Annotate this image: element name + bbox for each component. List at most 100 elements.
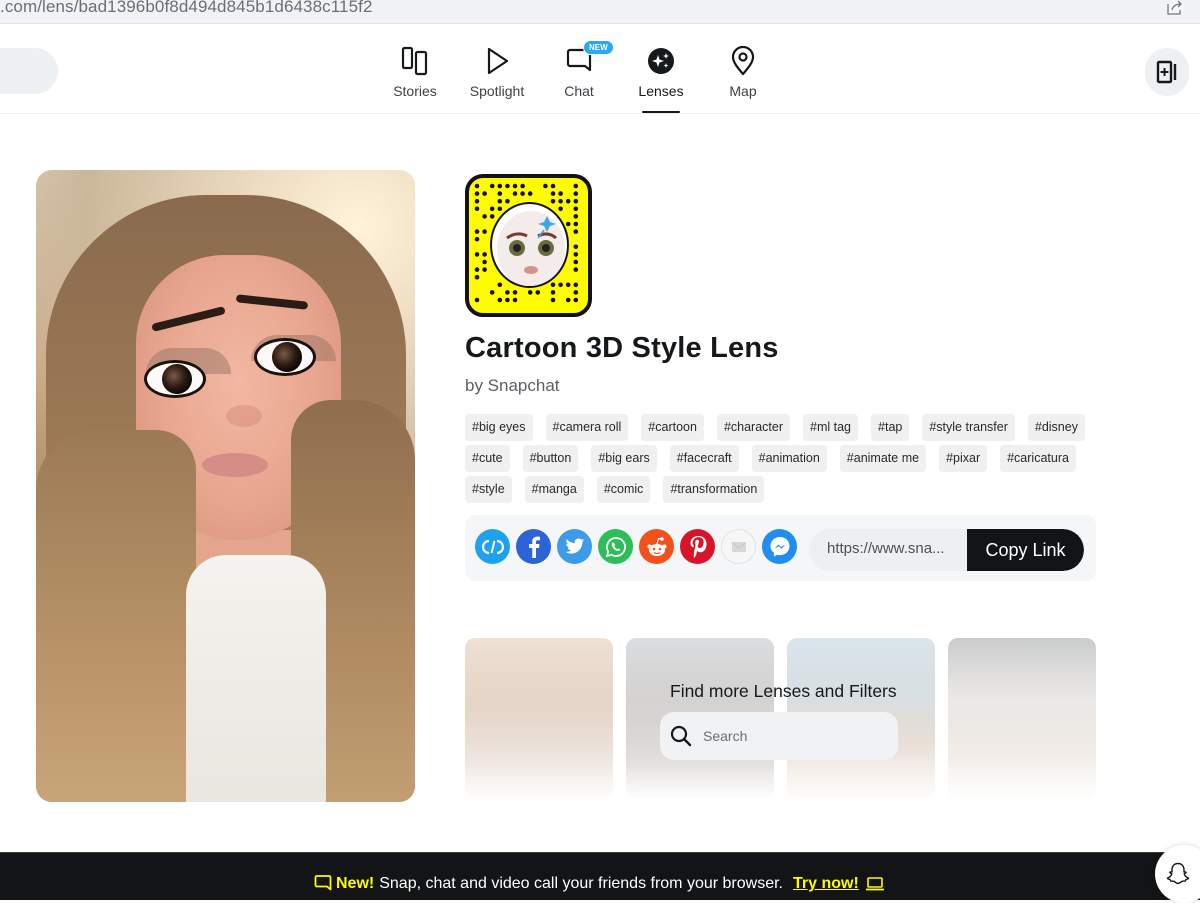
snapcode-dot — [474, 206, 480, 212]
banner-message: Snap, chat and video call your friends f… — [379, 875, 783, 892]
whatsapp-icon — [605, 536, 626, 557]
tag-chip[interactable]: #cute — [465, 445, 510, 472]
snapcode-dot — [474, 191, 480, 196]
nav-label: Stories — [393, 83, 437, 99]
snapcode-dot — [482, 259, 487, 265]
snapcode-dot — [474, 252, 480, 257]
snapcode-dot — [573, 244, 579, 250]
snapcode-dot — [565, 221, 571, 227]
lens-tags: #big eyes #camera roll #cartoon #charact… — [465, 414, 1105, 503]
url-text[interactable]: .com/lens/bad1396b0f8d494d845b1d6438c115… — [0, 0, 373, 17]
tag-chip[interactable]: #character — [716, 414, 791, 441]
tag-chip[interactable]: #facecraft — [669, 445, 739, 472]
search-placeholder: Search — [703, 728, 748, 744]
snapcode-dot — [497, 282, 503, 288]
snapcode-dot — [482, 191, 487, 196]
nav-chat[interactable]: NEW Chat — [539, 40, 619, 99]
tag-chip[interactable]: #tap — [871, 414, 910, 441]
tag-chip[interactable]: #animate me — [839, 445, 927, 472]
email-share-button[interactable] — [721, 529, 756, 564]
snapcode-dot — [474, 236, 480, 242]
nav-label: Chat — [564, 83, 594, 99]
snapcode-dot — [558, 206, 563, 212]
tag-chip[interactable]: #style — [465, 476, 512, 503]
pinterest-icon — [690, 535, 706, 558]
snapcode-dot — [573, 206, 579, 212]
reddit-share-button[interactable] — [639, 529, 674, 564]
tag-chip[interactable]: #big ears — [591, 445, 657, 472]
nav-label: Map — [729, 83, 757, 99]
lens-search-input[interactable]: Search — [660, 712, 898, 760]
snapcode-dot — [474, 229, 480, 234]
embed-share-button[interactable] — [475, 529, 510, 564]
preview-eye — [254, 338, 316, 376]
preview-sweater — [186, 555, 326, 802]
new-badge: NEW — [583, 40, 614, 55]
tag-chip[interactable]: #cartoon — [641, 414, 704, 441]
find-more-title: Find more Lenses and Filters — [670, 681, 897, 701]
snapcode-dot — [535, 290, 541, 295]
tag-chip[interactable]: #camera roll — [545, 414, 629, 441]
lens-icon — [490, 202, 569, 288]
share-link-input[interactable]: https://www.sna... — [827, 540, 945, 557]
tag-chip[interactable]: #caricatura — [1000, 445, 1076, 472]
nav-map[interactable]: Map — [703, 46, 783, 99]
snapcode-dot — [505, 198, 510, 204]
snapcode-dot — [482, 267, 487, 272]
spotlight-play-icon — [487, 47, 509, 75]
tag-chip[interactable]: #pixar — [939, 445, 988, 472]
tag-chip[interactable]: #animation — [751, 445, 827, 472]
snapcode-dot — [550, 282, 556, 288]
tag-chip[interactable]: #style transfer — [922, 414, 1015, 441]
laptop-icon — [865, 877, 884, 891]
snapcode-dot — [497, 206, 503, 212]
stories-icon — [401, 46, 428, 76]
search-pill[interactable] — [0, 48, 58, 94]
desktop-app-button[interactable] — [1145, 48, 1189, 96]
snapcode-dot — [573, 252, 579, 257]
tag-chip[interactable]: #transformation — [663, 476, 765, 503]
whatsapp-share-button[interactable] — [598, 529, 633, 564]
facebook-share-button[interactable] — [516, 529, 551, 564]
tag-chip[interactable]: #comic — [596, 476, 651, 503]
nav-spotlight[interactable]: Spotlight — [457, 46, 537, 99]
snapcode-dot — [489, 183, 495, 189]
snapcode-dot — [550, 290, 556, 295]
snapcode-dot — [565, 282, 571, 288]
snapcode-dot — [489, 290, 495, 295]
tag-chip[interactable]: #big eyes — [465, 414, 533, 441]
messenger-share-button[interactable] — [762, 529, 797, 564]
browser-url-bar[interactable]: .com/lens/bad1396b0f8d494d845b1d6438c115… — [0, 0, 1200, 24]
share-page-icon[interactable] — [1166, 0, 1184, 16]
snapcode-dot — [527, 290, 533, 295]
banner-new-label: New! — [336, 875, 375, 892]
top-navigation: Stories Spotlight NEW Chat Lenses Map — [0, 28, 1200, 114]
lens-creator[interactable]: by Snapchat — [465, 376, 560, 396]
lens-snapcode[interactable] — [465, 174, 592, 317]
tag-chip[interactable]: #ml tag — [803, 414, 859, 441]
nav-lenses[interactable]: Lenses — [621, 46, 701, 113]
nav-stories[interactable]: Stories — [375, 46, 455, 99]
desktop-app-icon — [1156, 60, 1177, 84]
tag-chip[interactable]: #disney — [1027, 414, 1085, 441]
share-bar: https://www.sna... Copy Link — [465, 515, 1096, 581]
find-more-section: Find more Lenses and Filters Search — [465, 638, 1097, 808]
snapcode-dot — [573, 198, 579, 204]
snapcode-dot — [565, 297, 571, 303]
search-icon — [670, 725, 692, 747]
snapcode-dot — [497, 297, 503, 303]
copy-link-button[interactable]: Copy Link — [967, 529, 1084, 571]
nav-label: Lenses — [638, 83, 684, 99]
snapcode-dot — [573, 191, 579, 196]
snapcode-dot — [474, 267, 480, 272]
snapcode-dot — [497, 191, 503, 196]
twitter-share-button[interactable] — [557, 529, 592, 564]
promo-banner: New! Snap, chat and video call your frie… — [0, 852, 1200, 900]
tag-chip[interactable]: #manga — [524, 476, 584, 503]
tag-chip[interactable]: #button — [522, 445, 579, 472]
nav-label: Spotlight — [469, 83, 525, 99]
pinterest-share-button[interactable] — [680, 529, 715, 564]
reddit-icon — [647, 536, 666, 556]
try-now-link[interactable]: Try now! — [793, 875, 859, 893]
snapcode-dot — [505, 183, 510, 189]
